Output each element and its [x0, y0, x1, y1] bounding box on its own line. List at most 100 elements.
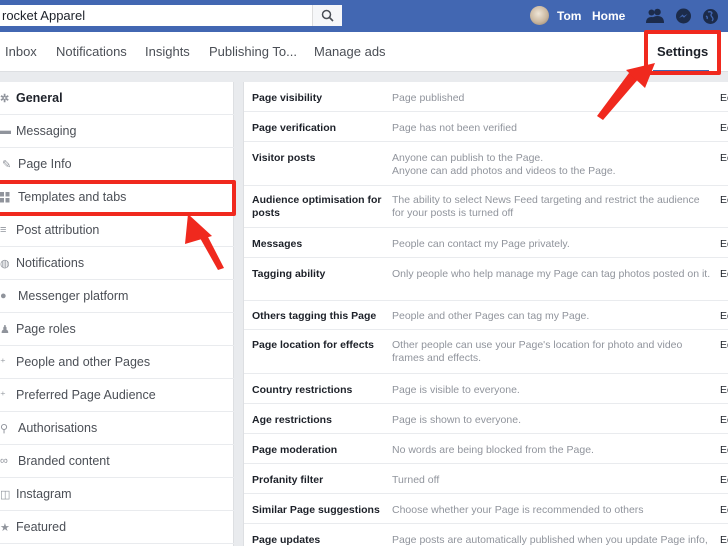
settings-row[interactable]: Profanity filter Turned off Edit — [244, 464, 728, 494]
sidebar-item-label: Post attribution — [16, 223, 100, 237]
settings-row[interactable]: Age restrictions Page is shown to everyo… — [244, 404, 728, 434]
settings-row[interactable]: Tagging ability Only people who help man… — [244, 258, 728, 301]
setting-label: Audience optimisation for posts — [252, 194, 382, 219]
settings-row[interactable]: Similar Page suggestions Choose whether … — [244, 494, 728, 524]
edit-link[interactable]: Edit — [720, 310, 728, 322]
messenger-icon: ● — [0, 290, 7, 302]
home-link[interactable]: Home — [592, 9, 625, 23]
sidebar-item-instagram[interactable]: ◫ Instagram — [0, 478, 234, 511]
tab-insights[interactable]: Insights — [145, 44, 190, 59]
search-button[interactable] — [312, 5, 342, 26]
sidebar-item-general[interactable]: ✲ General — [0, 82, 234, 115]
setting-value: Choose whether your Page is recommended … — [392, 504, 644, 516]
settings-row[interactable]: Visitor posts Anyone can publish to the … — [244, 142, 728, 186]
wrench-icon: ⚲ — [0, 422, 9, 435]
sidebar-item-post-attribution[interactable]: ≡ Post attribution — [0, 214, 234, 247]
settings-row[interactable]: Others tagging this Page People and othe… — [244, 301, 728, 330]
settings-highlight-box — [644, 30, 721, 75]
sidebar-item-label: Messaging — [16, 124, 77, 138]
tab-notifications[interactable]: Notifications — [56, 44, 127, 59]
messenger-icon[interactable] — [674, 7, 692, 25]
sidebar-item-messaging[interactable]: ▬ Messaging — [0, 115, 234, 148]
top-bar: rocket Apparel Tom Home — [0, 0, 728, 32]
edit-link[interactable]: Edit — [720, 534, 728, 546]
edit-link[interactable]: Edit — [720, 268, 728, 280]
edit-link[interactable]: Edit — [720, 92, 728, 104]
tab-publishing-tools[interactable]: Publishing To... — [209, 44, 297, 59]
settings-row[interactable]: Page updates Page posts are automaticall… — [244, 524, 728, 546]
sidebar-item-label: Instagram — [16, 487, 72, 501]
edit-link[interactable]: Edit — [720, 444, 728, 456]
star-icon: ★ — [0, 521, 10, 534]
setting-label: Others tagging this Page — [252, 310, 377, 322]
setting-label: Country restrictions — [252, 384, 353, 396]
setting-value: Page has not been verified — [392, 122, 517, 134]
setting-label: Tagging ability — [252, 268, 326, 280]
setting-label: Page visibility — [252, 92, 323, 104]
setting-value: Page is visible to everyone. — [392, 384, 520, 396]
sidebar-item-label: Authorisations — [18, 421, 98, 435]
edit-link[interactable]: Edit — [720, 339, 728, 351]
setting-value: The ability to select News Feed targetin… — [392, 194, 700, 219]
avatar — [530, 6, 549, 25]
search-box[interactable]: rocket Apparel — [0, 5, 342, 26]
edit-link[interactable]: Edit — [720, 384, 728, 396]
sidebar-item-label: Notifications — [16, 256, 85, 270]
sidebar-item-page-info[interactable]: ✎ Page Info — [0, 148, 234, 181]
tab-manage-ads[interactable]: Manage ads — [314, 44, 386, 59]
gear-icon: ✲ — [0, 92, 10, 105]
edit-link[interactable]: Edit — [720, 122, 728, 134]
edit-link[interactable]: Edit — [720, 414, 728, 426]
setting-label: Page location for effects — [252, 339, 374, 351]
sidebar-item-label: Branded content — [18, 454, 110, 468]
settings-row[interactable]: Country restrictions Page is visible to … — [244, 374, 728, 404]
search-input[interactable]: rocket Apparel — [0, 8, 312, 23]
settings-row[interactable]: Page moderation No words are being block… — [244, 434, 728, 464]
settings-row[interactable]: Audience optimisation for posts The abil… — [244, 186, 728, 228]
settings-row[interactable]: Page visibility Page published Edit — [244, 82, 728, 112]
edit-link[interactable]: Edit — [720, 194, 728, 206]
sidebar-item-label: Preferred Page Audience — [16, 388, 156, 402]
general-settings-panel: Page visibility Page published Edit Page… — [243, 82, 728, 546]
search-icon — [321, 9, 334, 22]
pencil-icon: ✎ — [2, 158, 12, 171]
setting-label: Visitor posts — [252, 152, 316, 164]
tab-inbox[interactable]: Inbox — [5, 44, 37, 59]
sidebar-item-notifications[interactable]: ◍ Notifications — [0, 247, 234, 280]
edit-link[interactable]: Edit — [720, 504, 728, 516]
sidebar-item-people-and-other-pages[interactable]: ⁺ People and other Pages — [0, 346, 234, 379]
person-add-icon: ⁺ — [0, 389, 6, 402]
setting-value: People and other Pages can tag my Page. — [392, 310, 590, 322]
sidebar-item-label: Page Info — [18, 157, 72, 171]
setting-label: Page moderation — [252, 444, 338, 456]
instagram-icon: ◫ — [0, 488, 11, 501]
profile-link[interactable]: Tom — [530, 6, 581, 25]
settings-sidebar: ✲ General ▬ Messaging ✎ Page Info Templa… — [0, 82, 234, 546]
sidebar-item-label: Page roles — [16, 322, 76, 336]
sidebar-item-page-roles[interactable]: ♟ Page roles — [0, 313, 234, 346]
setting-value: No words are being blocked from the Page… — [392, 444, 594, 456]
templates-highlight-box — [0, 180, 236, 216]
settings-row[interactable]: Page verification Page has not been veri… — [244, 112, 728, 142]
handshake-icon: ∞ — [0, 455, 8, 467]
settings-row[interactable]: Page location for effects Other people c… — [244, 330, 728, 374]
edit-link[interactable]: Edit — [720, 474, 728, 486]
edit-link[interactable]: Edit — [720, 152, 728, 164]
setting-label: Similar Page suggestions — [252, 504, 380, 516]
setting-value: Other people can use your Page's locatio… — [392, 339, 683, 364]
sidebar-item-preferred-page-audience[interactable]: ⁺ Preferred Page Audience — [0, 379, 234, 412]
setting-value: Turned off — [392, 474, 440, 486]
edit-link[interactable]: Edit — [720, 238, 728, 250]
notifications-globe-icon[interactable] — [701, 7, 719, 25]
sidebar-item-authorisations[interactable]: ⚲ Authorisations — [0, 412, 234, 445]
setting-value: Page posts are automatically published w… — [392, 534, 708, 546]
sidebar-item-label: Featured — [16, 520, 67, 534]
friend-requests-icon[interactable] — [646, 7, 664, 25]
setting-value: Page is shown to everyone. — [392, 414, 521, 426]
settings-row[interactable]: Messages People can contact my Page priv… — [244, 228, 728, 258]
sidebar-item-label: Messenger platform — [18, 289, 129, 303]
sidebar-item-featured[interactable]: ★ Featured — [0, 511, 234, 544]
setting-label: Profanity filter — [252, 474, 324, 486]
sidebar-item-branded-content[interactable]: ∞ Branded content — [0, 445, 234, 478]
sidebar-item-messenger-platform[interactable]: ● Messenger platform — [0, 280, 234, 313]
